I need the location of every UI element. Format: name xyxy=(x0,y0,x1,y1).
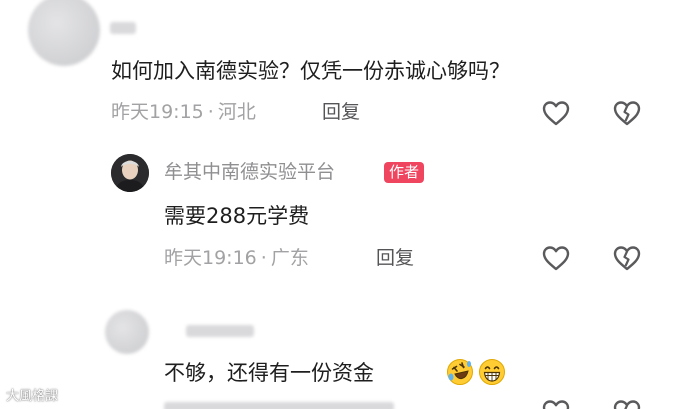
heart-outline-icon[interactable] xyxy=(541,244,571,272)
meta-separator: · xyxy=(207,101,214,123)
comment-text: 如何加入南德实验？仅凭一份赤诚心够吗？ xyxy=(111,59,510,83)
heart-outline-icon[interactable] xyxy=(541,99,571,127)
replier-avatar-blurred[interactable] xyxy=(105,310,149,354)
meta-separator: · xyxy=(260,247,267,269)
replier-name-blurred[interactable] xyxy=(186,325,254,337)
broken-heart-icon[interactable] xyxy=(612,99,642,127)
author-name[interactable]: 牟其中南德实验平台 xyxy=(164,163,335,182)
author-avatar[interactable] xyxy=(111,154,149,192)
grinning-emoji xyxy=(478,358,506,386)
reply-button[interactable]: 回复 xyxy=(322,103,360,122)
commenter-avatar-blurred[interactable] xyxy=(28,0,100,66)
comment-time: 昨天19:15 xyxy=(111,101,204,123)
reply-text: 需要288元学费 xyxy=(164,204,310,228)
broken-heart-icon[interactable] xyxy=(612,244,642,272)
reply-location: 广东 xyxy=(270,247,309,269)
author-badge: 作者 xyxy=(384,162,425,183)
comment-meta: 昨天19:15 · 河北 xyxy=(111,103,256,122)
cutoff-meta-blurred xyxy=(164,402,394,409)
watermark: 大風格課 xyxy=(6,389,59,404)
heart-outline-icon[interactable] xyxy=(541,398,571,409)
reply-time: 昨天19:16 xyxy=(164,247,257,269)
broken-heart-icon[interactable] xyxy=(612,398,642,409)
commenter-name-blurred[interactable] xyxy=(110,22,136,34)
reply-text: 不够，还得有一份资金 xyxy=(164,361,374,385)
reply-button[interactable]: 回复 xyxy=(376,249,414,268)
rolling-laughing-emoji xyxy=(446,358,474,386)
reply-meta: 昨天19:16 · 广东 xyxy=(164,249,309,268)
comment-location: 河北 xyxy=(217,101,256,123)
